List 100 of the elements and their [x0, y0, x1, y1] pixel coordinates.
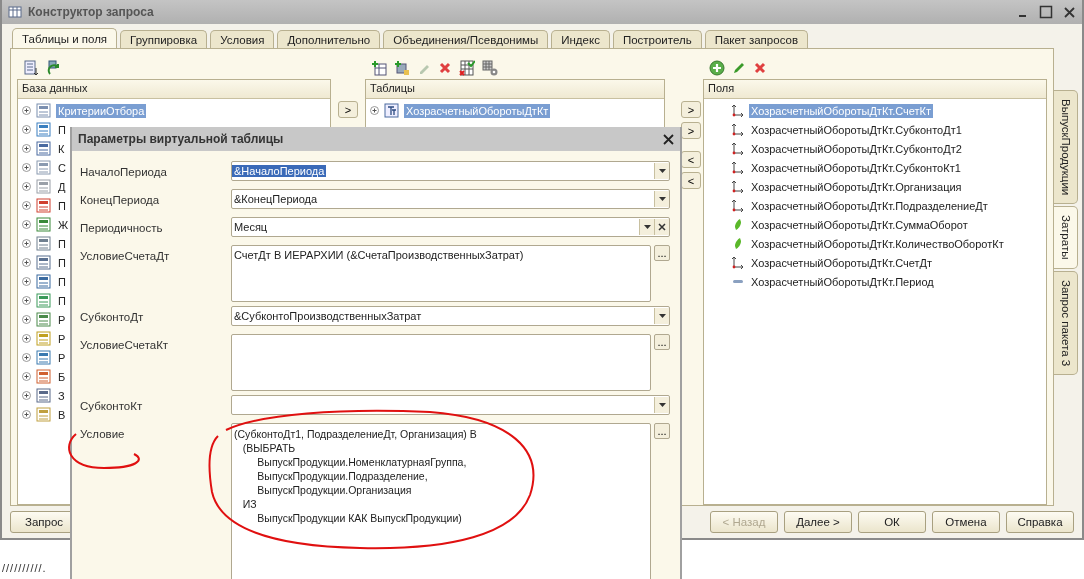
expand-icon[interactable] [22, 163, 31, 172]
table-icon [36, 350, 51, 365]
choose-button[interactable]: ... [654, 423, 670, 439]
add-icon[interactable] [709, 60, 725, 76]
table-delete-icon[interactable] [459, 60, 475, 76]
tab[interactable]: Дополнительно [277, 30, 381, 48]
field-label: СубконтоДт [80, 310, 145, 323]
select-field[interactable]: &НачалоПериода [231, 161, 670, 181]
select-field[interactable] [231, 395, 670, 415]
text-area[interactable]: СчетДт В ИЕРАРХИИ (&СчетаПроизводственныхЗатрат) [231, 245, 651, 302]
field-item[interactable]: ХозрасчетныйОборотыДтКт.Организация [749, 179, 964, 194]
tab[interactable]: Условия [210, 30, 275, 48]
select-field[interactable]: &СубконтоПроизводственныхЗатрат [231, 306, 670, 326]
expand-icon[interactable] [22, 315, 31, 324]
expand-icon[interactable] [22, 125, 31, 134]
move-button[interactable]: > [681, 101, 701, 118]
delete-icon[interactable] [438, 61, 452, 75]
expand-icon[interactable] [22, 277, 31, 286]
expand-icon[interactable] [22, 220, 31, 229]
add-nested-icon[interactable] [394, 60, 410, 76]
clear-button[interactable] [654, 219, 669, 235]
side-tab[interactable]: Запрос пакета 3 [1054, 270, 1078, 375]
dropdown-button[interactable] [639, 219, 654, 235]
tree-item[interactable]: Б [56, 369, 68, 384]
choose-button[interactable]: ... [654, 334, 670, 350]
field-item[interactable]: ХозрасчетныйОборотыДтКт.СубконтоКт1 [749, 160, 963, 175]
field-item[interactable]: ХозрасчетныйОборотыДтКт.СубконтоДт1 [749, 122, 964, 137]
field-item[interactable]: ХозрасчетныйОборотыДтКт.СубконтоДт2 [749, 141, 964, 156]
dropdown-button[interactable] [654, 191, 669, 207]
expand-icon[interactable] [22, 296, 31, 305]
dialog-button[interactable]: Справка [1006, 511, 1074, 533]
side-tab[interactable]: Затраты [1054, 206, 1078, 269]
field-item[interactable]: ХозрасчетныйОборотыДтКт.ПодразделениеДт [749, 198, 990, 213]
expand-icon[interactable] [22, 353, 31, 362]
tab[interactable]: Группировка [120, 30, 208, 48]
side-tab[interactable]: ВыпускПродукции [1054, 90, 1078, 205]
expand-icon[interactable] [22, 144, 31, 153]
select-field[interactable]: &КонецПериода [231, 189, 670, 209]
table-settings-icon[interactable] [482, 60, 498, 76]
dropdown-button[interactable] [654, 163, 669, 179]
tree-item[interactable]: К [56, 141, 67, 156]
tree-item[interactable]: Р [56, 312, 68, 327]
dropdown-button[interactable] [654, 397, 669, 413]
close-icon[interactable] [663, 133, 674, 145]
tree-item[interactable]: Ж [56, 217, 71, 232]
move-button[interactable]: > [338, 101, 358, 118]
table-icon [36, 255, 51, 270]
table-icon [36, 198, 51, 213]
expand-icon[interactable] [22, 201, 31, 210]
maximize-icon[interactable] [1039, 5, 1053, 19]
tree-item[interactable]: П [56, 293, 68, 308]
pencil-icon[interactable] [732, 61, 746, 75]
expand-icon[interactable] [22, 334, 31, 343]
tree-item[interactable]: В [56, 407, 68, 422]
field-item[interactable]: ХозрасчетныйОборотыДтКт.СчетДт [749, 255, 935, 270]
tree-item[interactable]: П [56, 255, 68, 270]
expand-icon[interactable] [22, 391, 31, 400]
choose-button[interactable]: ... [654, 245, 670, 261]
expand-icon[interactable] [22, 258, 31, 267]
refresh-icon[interactable] [46, 60, 62, 76]
dialog-button[interactable]: Отмена [932, 511, 1000, 533]
expand-icon[interactable] [22, 182, 31, 191]
tab[interactable]: Таблицы и поля [12, 28, 118, 48]
tree-item[interactable]: З [56, 388, 67, 403]
expand-icon[interactable] [22, 410, 31, 419]
add-table-icon[interactable] [371, 60, 387, 76]
list-icon[interactable] [23, 60, 39, 76]
expand-icon[interactable] [370, 106, 379, 115]
dialog-button[interactable]: Далее > [784, 511, 852, 533]
expand-icon[interactable] [22, 372, 31, 381]
delete-icon[interactable] [753, 61, 767, 75]
tab[interactable]: Объединения/Псевдонимы [383, 30, 549, 48]
field-item[interactable]: ХозрасчетныйОборотыДтКт.СуммаОборот [749, 217, 970, 232]
tab[interactable]: Построитель [612, 30, 702, 48]
expand-icon[interactable] [22, 106, 31, 115]
caret-icon [658, 197, 666, 201]
expand-icon[interactable] [22, 239, 31, 248]
clear-icon [658, 223, 666, 231]
tab[interactable]: Пакет запросов [704, 30, 808, 48]
tree-item[interactable]: С [56, 160, 68, 175]
field-label: Периодичность [80, 221, 164, 234]
tree-item[interactable]: П [56, 274, 68, 289]
tree-item[interactable]: Р [56, 331, 68, 346]
field-item[interactable]: ХозрасчетныйОборотыДтКт.КоличествоОборотКт [749, 236, 1006, 251]
tree-item[interactable]: Р [56, 350, 68, 365]
tab[interactable]: Индекс [551, 30, 610, 48]
dialog-button[interactable]: ОК [858, 511, 926, 533]
tree-item[interactable]: П [56, 198, 68, 213]
close-icon[interactable] [1063, 5, 1076, 19]
select-field[interactable]: Месяц [231, 217, 670, 237]
tree-item[interactable]: П [56, 122, 68, 137]
move-button[interactable]: > [681, 122, 701, 139]
tree-item[interactable]: П [56, 236, 68, 251]
field-item[interactable]: ХозрасчетныйОборотыДтКт.Период [749, 274, 936, 289]
tree-item[interactable]: Д [56, 179, 68, 194]
dropdown-button[interactable] [654, 308, 669, 324]
text-area[interactable]: (СубконтоДт1, ПодразделениеДт, Организация) В (ВЫБРАТЬ ВыпускПродукции.НоменклатурнаяГруппа, ВыпускПродукции.Подразделение, ВыпускПродукции.Организация ИЗ ВыпускПродукции КАК ВыпускПродукции) [231, 423, 651, 579]
table-icon [36, 160, 51, 175]
table-icon [36, 236, 51, 251]
field-label: УсловиеСчетаДт [80, 249, 171, 262]
